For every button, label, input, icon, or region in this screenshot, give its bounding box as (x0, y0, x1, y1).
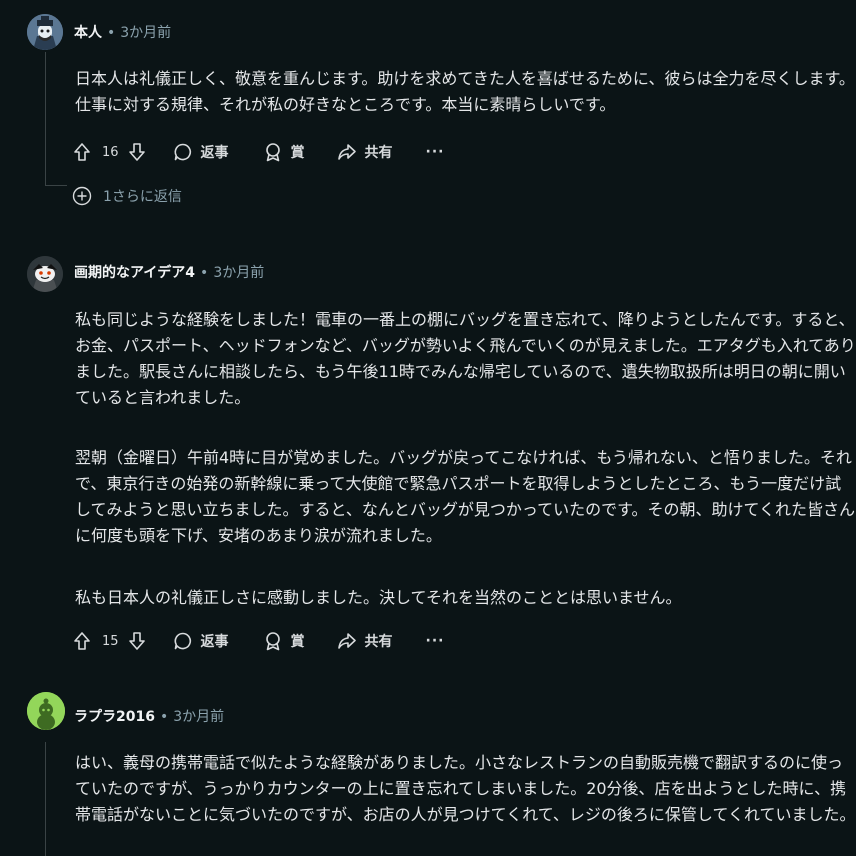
more-replies-label: 1さらに返信 (103, 189, 182, 205)
more-options-button[interactable]: ··· (426, 144, 445, 160)
share-label: 共有 (364, 634, 393, 650)
comment-text-line: 仕事に対する規律、それが私の好きなところです。本当に素晴らしいです。 (75, 95, 616, 114)
comment-icon (174, 632, 191, 650)
comment-body: はい、義母の携帯電話で似たような経験がありました。小さなレストランの自動販売機で… (75, 750, 856, 828)
award-icon (265, 632, 280, 651)
downvote-icon (128, 143, 145, 161)
reply-button[interactable]: 返事 (173, 631, 229, 651)
vote-count: 15 (102, 633, 119, 649)
avatar[interactable] (27, 692, 65, 730)
award-button[interactable]: 賞 (263, 142, 305, 162)
avatar[interactable] (27, 14, 63, 50)
comment-icon (174, 143, 191, 161)
share-icon (337, 633, 356, 649)
comment-author[interactable]: ラプラ2016 (74, 709, 155, 725)
comment-time: 3か月前 (120, 25, 172, 41)
comment-text-line: ていると言われました。 (75, 388, 251, 407)
meta-separator: • (200, 265, 209, 281)
comment-actions: 16 返事 賞 共有 ··· (72, 140, 445, 164)
upvote-icon (74, 143, 90, 161)
upvote-button[interactable] (72, 142, 92, 162)
comment-text-line: に何度も頭を下げ、安堵のあまり涙が流れました。 (75, 526, 442, 545)
reply-label: 返事 (200, 145, 229, 161)
share-button[interactable]: 共有 (337, 631, 393, 651)
downvote-button[interactable] (127, 631, 147, 651)
share-label: 共有 (364, 145, 393, 161)
share-icon (337, 144, 356, 160)
comment-body: 私も日本人の礼儀正しさに感動しました。決してそれを当然のこととは思いません。 (75, 585, 856, 611)
award-label: 賞 (290, 634, 305, 650)
comment-text-line: 翌朝（金曜日）午前4時に目が覚めました。バッグが戻ってこなければ、もう帰れない、… (75, 448, 852, 467)
plus-circle-icon (72, 186, 92, 206)
award-label: 賞 (290, 145, 305, 161)
avatar[interactable] (27, 256, 63, 292)
vote-count: 16 (102, 144, 119, 160)
comment-text-line: ました。駅長さんに相談したら、もう午後11時でみんな帰宅しているので、遺失物取扱… (75, 362, 846, 381)
share-button[interactable]: 共有 (337, 142, 393, 162)
comment-text-line: で、東京行きの始発の新幹線に乗って大使館で緊急パスポートを取得しようとしたところ… (75, 474, 842, 493)
comment-text-line: 私も日本人の礼儀正しさに感動しました。決してそれを当然のこととは思いません。 (75, 588, 682, 607)
comment-text-line: してみようと思い立ちました。すると、なんとバッグが見つかっていたのです。その朝、… (75, 500, 856, 519)
comment-author[interactable]: 画期的なアイデア4 (74, 265, 195, 281)
thread-line (45, 185, 67, 186)
downvote-icon (128, 632, 145, 650)
comment-body: 翌朝（金曜日）午前4時に目が覚めました。バッグが戻ってこなければ、もう帰れない、… (75, 445, 856, 549)
thread-line (45, 742, 46, 856)
comment-text-line: 私も同じような経験をしました！電車の一番上の棚にバッグを置き忘れて、降りようとし… (75, 310, 855, 329)
comment-text-line: ていたのですが、うっかりカウンターの上に置き忘れてしまいました。20分後、店を出… (75, 779, 847, 798)
reply-button[interactable]: 返事 (173, 142, 229, 162)
downvote-button[interactable] (127, 142, 147, 162)
comment-time: 3か月前 (213, 265, 265, 281)
upvote-button[interactable] (72, 631, 92, 651)
award-button[interactable]: 賞 (263, 631, 305, 651)
reply-label: 返事 (200, 634, 229, 650)
comment-text-line: お金、パスポート、ヘッドフォンなど、バッグが勢いよく飛んでいくのが見えました。エ… (75, 336, 856, 355)
more-replies-link[interactable]: 1さらに返信 (72, 186, 182, 206)
thread-line (45, 52, 46, 186)
comment-body: 日本人は礼儀正しく、敬意を重んじます。助けを求めてきた人を喜ばせるために、彼らは… (75, 66, 856, 118)
comment-actions: 15 返事 賞 共有 ··· (72, 629, 445, 653)
comment-author[interactable]: 本人 (74, 25, 102, 41)
comment-text-line: 帯電話がないことに気づいたのですが、お店の人が見つけてくれて、レジの後ろに保管し… (75, 805, 856, 824)
comment-time: 3か月前 (173, 709, 225, 725)
award-icon (265, 143, 280, 162)
more-options-button[interactable]: ··· (426, 633, 445, 649)
comment-text-line: 日本人は礼儀正しく、敬意を重んじます。助けを求めてきた人を喜ばせるために、彼らは… (75, 69, 855, 88)
upvote-icon (74, 632, 90, 650)
meta-separator: • (107, 25, 116, 41)
comment-body: 私も同じような経験をしました！電車の一番上の棚にバッグを置き忘れて、降りようとし… (75, 307, 856, 411)
meta-separator: • (159, 709, 169, 725)
comment-text-line: はい、義母の携帯電話で似たような経験がありました。小さなレストランの自動販売機で… (75, 753, 844, 772)
